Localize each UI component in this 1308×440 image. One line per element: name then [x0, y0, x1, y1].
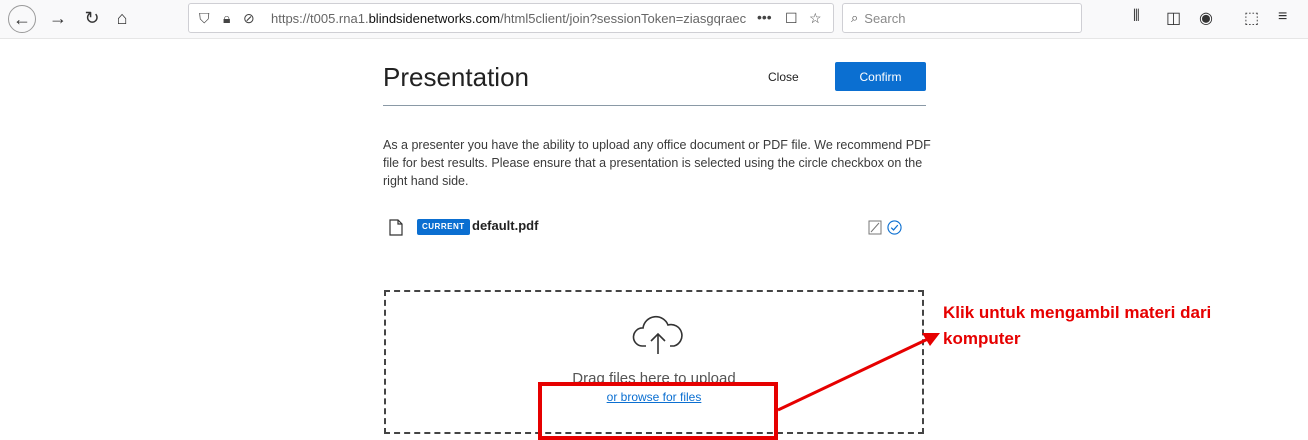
annotation-line-2: komputer	[943, 329, 1021, 348]
annotation-text: Klik untuk mengambil materi dari kompute…	[943, 300, 1303, 352]
annotation-arrow	[777, 333, 940, 412]
annotation-line-1: Klik untuk mengambil materi dari	[943, 303, 1212, 322]
